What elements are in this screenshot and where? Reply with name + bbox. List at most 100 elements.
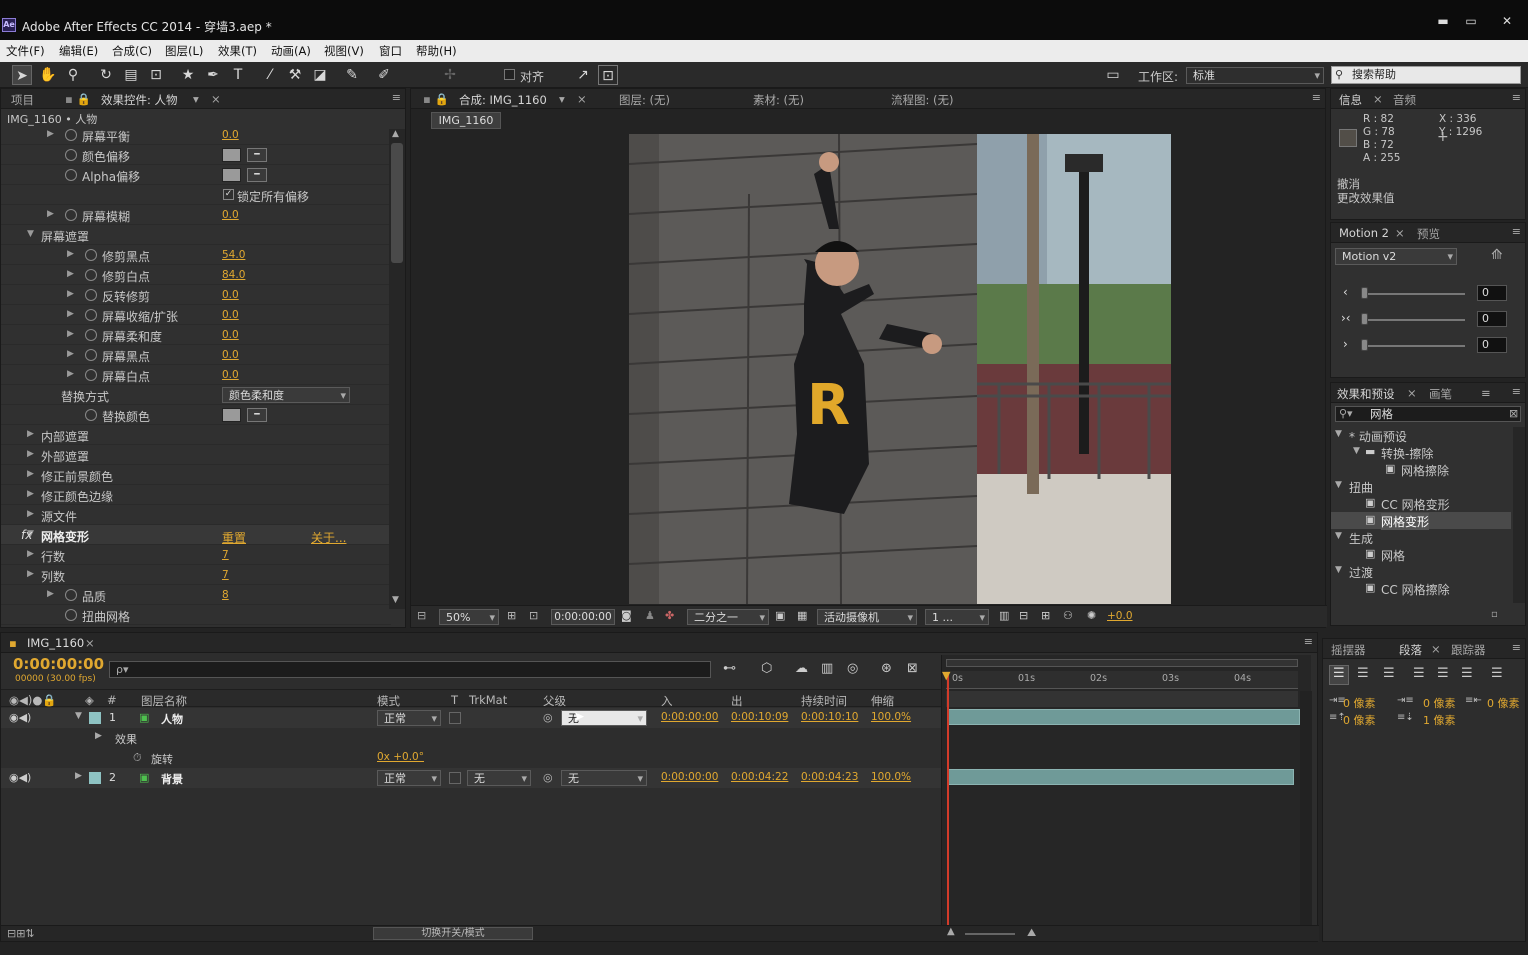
- layer-search-input[interactable]: ρ▾: [109, 661, 711, 678]
- resolution-select[interactable]: 二分之一: [687, 609, 769, 625]
- tab-wiggler[interactable]: 摇摆器: [1331, 642, 1366, 658]
- timeline-close-icon[interactable]: ×: [85, 636, 95, 650]
- layer2-name[interactable]: 背景: [161, 771, 183, 787]
- layer-row-2[interactable]: ◉◀) ▶ 2 ▣ 背景 正常 无 ◎ 无 0:00:00:00 0:00:04…: [1, 768, 941, 788]
- layer2-in[interactable]: 0:00:00:00: [661, 771, 718, 783]
- roto-brush-tool-icon[interactable]: ✎: [342, 65, 362, 85]
- motion-slider-3[interactable]: [1361, 345, 1465, 347]
- layer1-out[interactable]: 0:00:10:09: [731, 711, 788, 723]
- tree-collapse-icon[interactable]: ▼: [1335, 480, 1342, 490]
- camera-tool-icon[interactable]: ▤: [121, 65, 141, 85]
- layer1-in[interactable]: 0:00:00:00: [661, 711, 718, 723]
- effects-tree-item[interactable]: ▼ ▬ 转换-擦除: [1331, 444, 1511, 461]
- motion-left-icon[interactable]: ‹: [1343, 285, 1348, 299]
- stopwatch-icon[interactable]: [85, 329, 97, 341]
- timeline-menu-icon[interactable]: ≡: [1304, 635, 1313, 648]
- tree-collapse-icon[interactable]: ▼: [1335, 565, 1342, 575]
- tab-paragraph[interactable]: 段落: [1399, 642, 1422, 658]
- motion-slider-1[interactable]: [1361, 293, 1465, 295]
- tab-composition[interactable]: 合成: IMG_1160: [459, 92, 547, 108]
- minimize-button[interactable]: ▬: [1430, 14, 1456, 30]
- effect-row-2[interactable]: Alpha偏移 ━: [1, 165, 391, 185]
- layer1-duration-bar[interactable]: [948, 709, 1300, 725]
- stopwatch-icon[interactable]: [65, 169, 77, 181]
- current-timecode[interactable]: 0:00:00:00: [13, 655, 104, 673]
- layer-row-1[interactable]: ◉◀) ▼ 1 ▣ 人物 正常 ◎ 无 0:00:00:00 0:00:10:0…: [1, 708, 941, 728]
- shape-tool-icon[interactable]: ★: [178, 65, 198, 85]
- effect-row-13[interactable]: 替换方式 颜色柔和度: [1, 385, 391, 405]
- timeline-vscrollbar[interactable]: [1300, 691, 1312, 941]
- pen-tool-icon[interactable]: ✒: [203, 65, 223, 85]
- eyedropper-icon[interactable]: ━: [247, 148, 267, 162]
- expand-triangle-icon[interactable]: ▶: [47, 209, 54, 219]
- motion-slider-2-knob[interactable]: [1361, 313, 1368, 325]
- effect-row-5[interactable]: ▼ 屏幕遮罩: [1, 225, 391, 245]
- tab-info[interactable]: 信息: [1339, 92, 1362, 108]
- expand-triangle-icon[interactable]: ▶: [27, 509, 34, 519]
- comp-lock-icon[interactable]: ▪ 🔒: [423, 92, 449, 106]
- snapshot-icon[interactable]: ◙: [621, 609, 632, 622]
- replace-method-select[interactable]: 颜色柔和度: [222, 387, 350, 403]
- close-button[interactable]: ✕: [1494, 14, 1520, 30]
- effects-scrollbar[interactable]: [1513, 427, 1525, 603]
- draft-3d-icon[interactable]: ⬡: [761, 661, 772, 676]
- effect-row-0[interactable]: ▶ 屏幕平衡 0.0: [1, 125, 391, 145]
- effect-scrollbar[interactable]: ▲ ▼: [389, 129, 405, 609]
- zoom-out-icon[interactable]: ▲: [947, 926, 955, 937]
- effects-menu-icon[interactable]: ≡: [1512, 385, 1521, 398]
- rotation-stopwatch-icon[interactable]: ⏱: [133, 751, 142, 765]
- channel-icon[interactable]: ✤: [665, 609, 674, 622]
- effect-row-6[interactable]: ▶ 修剪黑点 54.0: [1, 245, 391, 265]
- menu-animation[interactable]: 动画(A): [271, 43, 311, 59]
- indent-first-value[interactable]: 0 像素: [1423, 695, 1456, 711]
- space-before-value[interactable]: 0 像素: [1343, 712, 1376, 728]
- layer2-trkmat-select[interactable]: 无: [467, 770, 531, 786]
- effect-value[interactable]: 0.0: [222, 209, 239, 221]
- expand-triangle-icon[interactable]: ▶: [27, 469, 34, 479]
- tab-project[interactable]: 项目: [11, 92, 34, 108]
- stopwatch-icon[interactable]: [85, 369, 97, 381]
- stopwatch-icon[interactable]: [65, 129, 77, 141]
- effects-tree-item[interactable]: ▼ 生成: [1331, 529, 1511, 546]
- clear-search-icon[interactable]: ⊠: [1509, 407, 1518, 420]
- indent-left-value[interactable]: 0 像素: [1343, 695, 1376, 711]
- panel-menu-icon[interactable]: ≡: [392, 91, 401, 104]
- effect-value[interactable]: 0.0: [222, 369, 239, 381]
- new-folder-icon[interactable]: ▫: [1491, 609, 1498, 620]
- tab-flowchart[interactable]: 流程图: (无): [891, 92, 954, 108]
- effect-row-9[interactable]: ▶ 屏幕收缩/扩张 0.0: [1, 305, 391, 325]
- reset-exposure-icon[interactable]: ✺: [1087, 609, 1096, 622]
- zoom-select[interactable]: 50%: [439, 609, 499, 625]
- effects-tree-item[interactable]: ▼ 扭曲: [1331, 478, 1511, 495]
- layer1-pickwhip-icon[interactable]: ◎: [543, 711, 553, 724]
- snap-feature-icon[interactable]: ↗: [573, 65, 593, 85]
- motion-slider-1-knob[interactable]: [1361, 287, 1368, 299]
- layer-select-chevron-icon[interactable]: ▾: [193, 92, 199, 106]
- layer1-expand-icon[interactable]: ▼: [75, 711, 82, 721]
- scrollbar-thumb[interactable]: [391, 143, 403, 263]
- effect-row-11[interactable]: ▶ 屏幕黑点 0.0: [1, 345, 391, 365]
- effect-row-12[interactable]: ▶ 屏幕白点 0.0: [1, 365, 391, 385]
- menu-file[interactable]: 文件(F): [6, 43, 45, 59]
- stopwatch-icon[interactable]: [65, 149, 77, 161]
- info-close-icon[interactable]: ×: [1373, 92, 1383, 106]
- layer1-mode-select[interactable]: 正常: [377, 710, 441, 726]
- comp-menu-icon[interactable]: ≡: [1312, 91, 1321, 104]
- effects-expand-icon[interactable]: ▶: [95, 731, 102, 741]
- menu-edit[interactable]: 编辑(E): [59, 43, 98, 59]
- frame-blending-icon[interactable]: ▥: [821, 661, 833, 676]
- brainstorm-icon[interactable]: ⊠: [907, 661, 918, 676]
- eyedropper-icon[interactable]: ━: [247, 168, 267, 182]
- effect-value[interactable]: 7: [222, 569, 229, 581]
- layer1-stretch[interactable]: 100.0%: [871, 711, 911, 723]
- time-navigator[interactable]: [946, 691, 1298, 707]
- effects-tree-item[interactable]: ▼ * 动画预设: [1331, 427, 1511, 444]
- color-swatch[interactable]: [222, 408, 241, 422]
- axis-mode-icon[interactable]: ✢: [440, 65, 460, 85]
- stopwatch-icon[interactable]: [85, 269, 97, 281]
- tab-effects-presets[interactable]: 效果和预设: [1337, 386, 1395, 402]
- scroll-up-icon[interactable]: ▲: [392, 129, 399, 139]
- expand-triangle-icon[interactable]: ▶: [27, 449, 34, 459]
- fast-previews-icon[interactable]: ⊟: [1019, 609, 1028, 622]
- tab-effect-controls[interactable]: 效果控件: 人物: [101, 92, 178, 108]
